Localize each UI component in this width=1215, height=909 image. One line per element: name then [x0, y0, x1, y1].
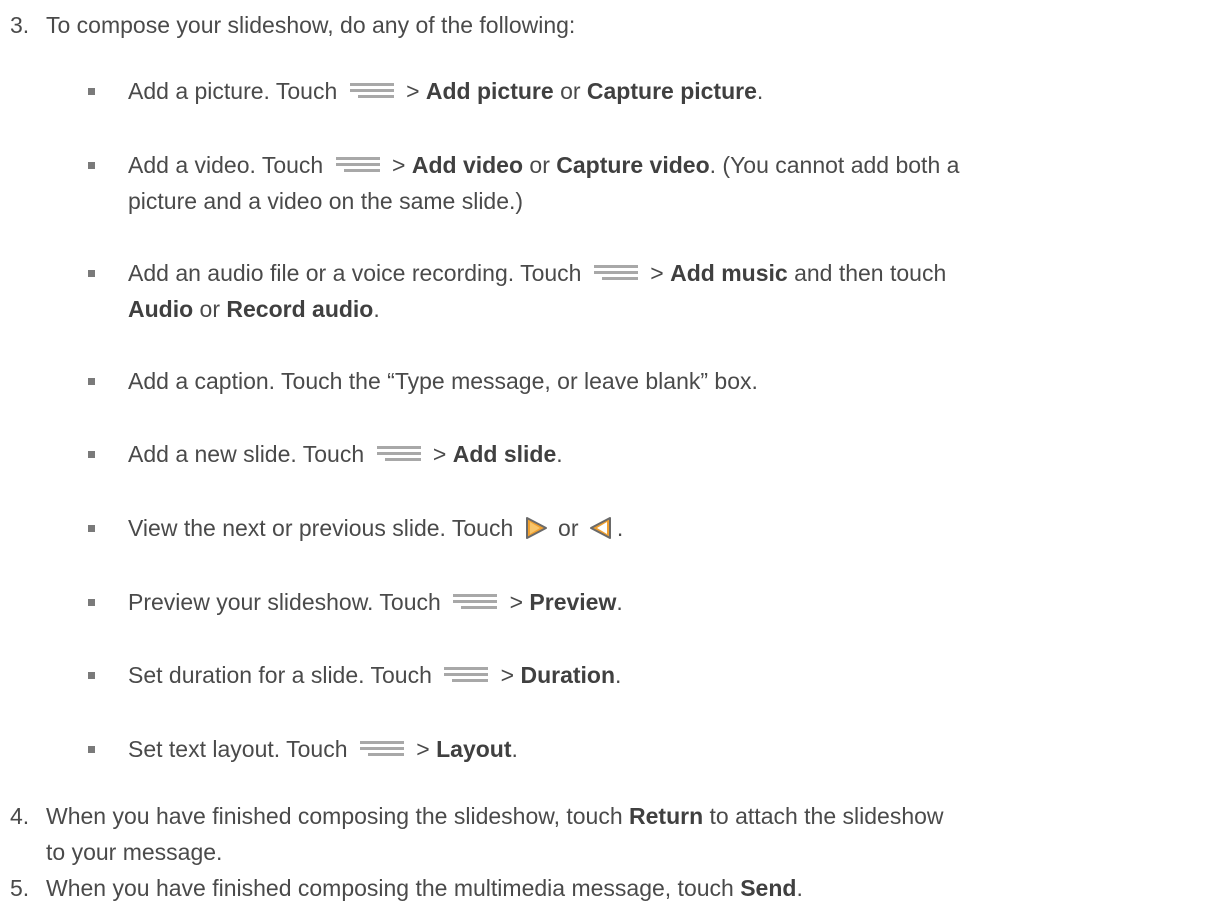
menu-icon: [593, 263, 638, 281]
bullet-text: Set duration for a slide. Touch > Durati…: [128, 662, 622, 688]
capture-picture-option: Capture picture: [586, 78, 757, 104]
capture-video-option: Capture video: [556, 152, 710, 178]
bullet-marker: [88, 599, 95, 606]
bullet-marker: [88, 378, 95, 385]
bullet-marker: [88, 746, 95, 753]
bullet-marker: [88, 162, 95, 169]
step-number: 4.: [10, 803, 30, 829]
menu-icon: [453, 592, 498, 610]
layout-option: Layout: [436, 736, 512, 762]
audio-option: Audio: [128, 296, 194, 322]
duration-option: Duration: [520, 662, 616, 688]
bullet-marker: [88, 451, 95, 458]
send-option: Send: [740, 875, 797, 901]
add-music-option: Add music: [670, 260, 788, 286]
return-option: Return: [629, 803, 704, 829]
menu-icon: [444, 665, 489, 683]
bullet-marker: [88, 88, 95, 95]
menu-icon: [349, 81, 394, 99]
add-picture-option: Add picture: [425, 78, 554, 104]
bullet-marker: [88, 672, 95, 679]
step-number: 3.: [10, 12, 30, 38]
menu-icon: [376, 444, 421, 462]
add-video-option: Add video: [411, 152, 524, 178]
record-audio-option: Record audio: [226, 296, 374, 322]
menu-icon: [359, 739, 404, 757]
preview-option: Preview: [529, 589, 617, 615]
bullet-marker: [88, 270, 95, 277]
step-text: To compose your slideshow, do any of the…: [46, 12, 576, 38]
next-slide-arrow-icon: [525, 516, 547, 539]
bullet-text: Add a picture. Touch > Add picture or Ca…: [128, 78, 764, 104]
bullet-text: Add a new slide. Touch > Add slide.: [128, 441, 563, 467]
step-number: 5.: [10, 875, 30, 901]
previous-slide-arrow-icon: [589, 516, 611, 539]
bullet-text: Preview your slideshow. Touch > Preview.: [128, 589, 623, 615]
step-text: When you have finished composing the sli…: [46, 803, 944, 865]
bullet-text: Set text layout. Touch > Layout.: [128, 736, 518, 762]
add-slide-option: Add slide: [452, 441, 557, 467]
bullet-text: View the next or previous slide. Touch o…: [128, 515, 624, 541]
bullet-text: Add a video. Touch > Add video or Captur…: [128, 152, 960, 214]
bullet-marker: [88, 525, 95, 532]
bullet-text: Add a caption. Touch the “Type message, …: [128, 368, 758, 394]
menu-icon: [335, 155, 380, 173]
bullet-text: Add an audio file or a voice recording. …: [128, 260, 947, 322]
step-text: When you have finished composing the mul…: [46, 875, 803, 901]
